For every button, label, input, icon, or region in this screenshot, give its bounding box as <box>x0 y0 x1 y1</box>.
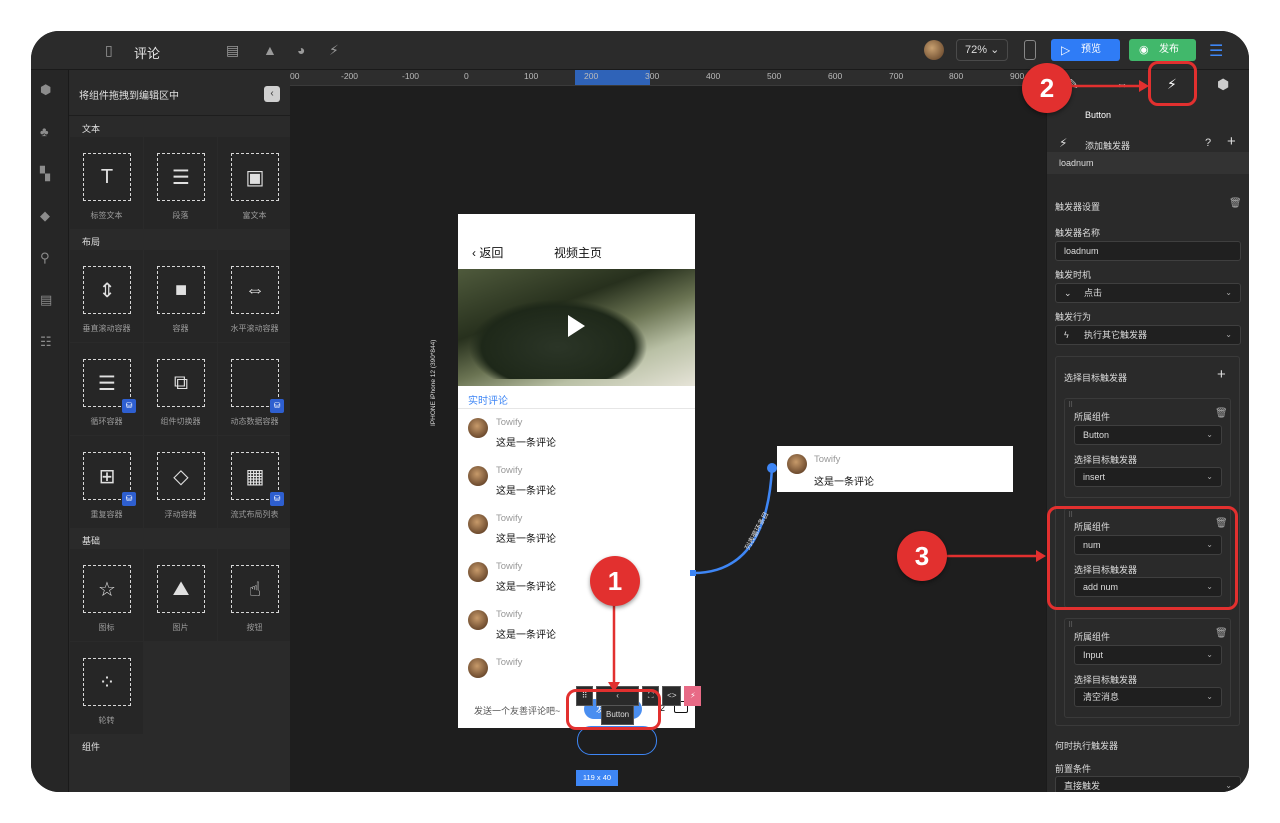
highlight-target-card <box>1047 506 1238 610</box>
step-marker-3: 3 <box>897 531 947 581</box>
step-marker-2: 2 <box>1022 63 1072 113</box>
highlight-trigger-tab <box>1148 61 1197 106</box>
step-marker-1: 1 <box>590 556 640 606</box>
annotation-arrows <box>608 80 1149 692</box>
